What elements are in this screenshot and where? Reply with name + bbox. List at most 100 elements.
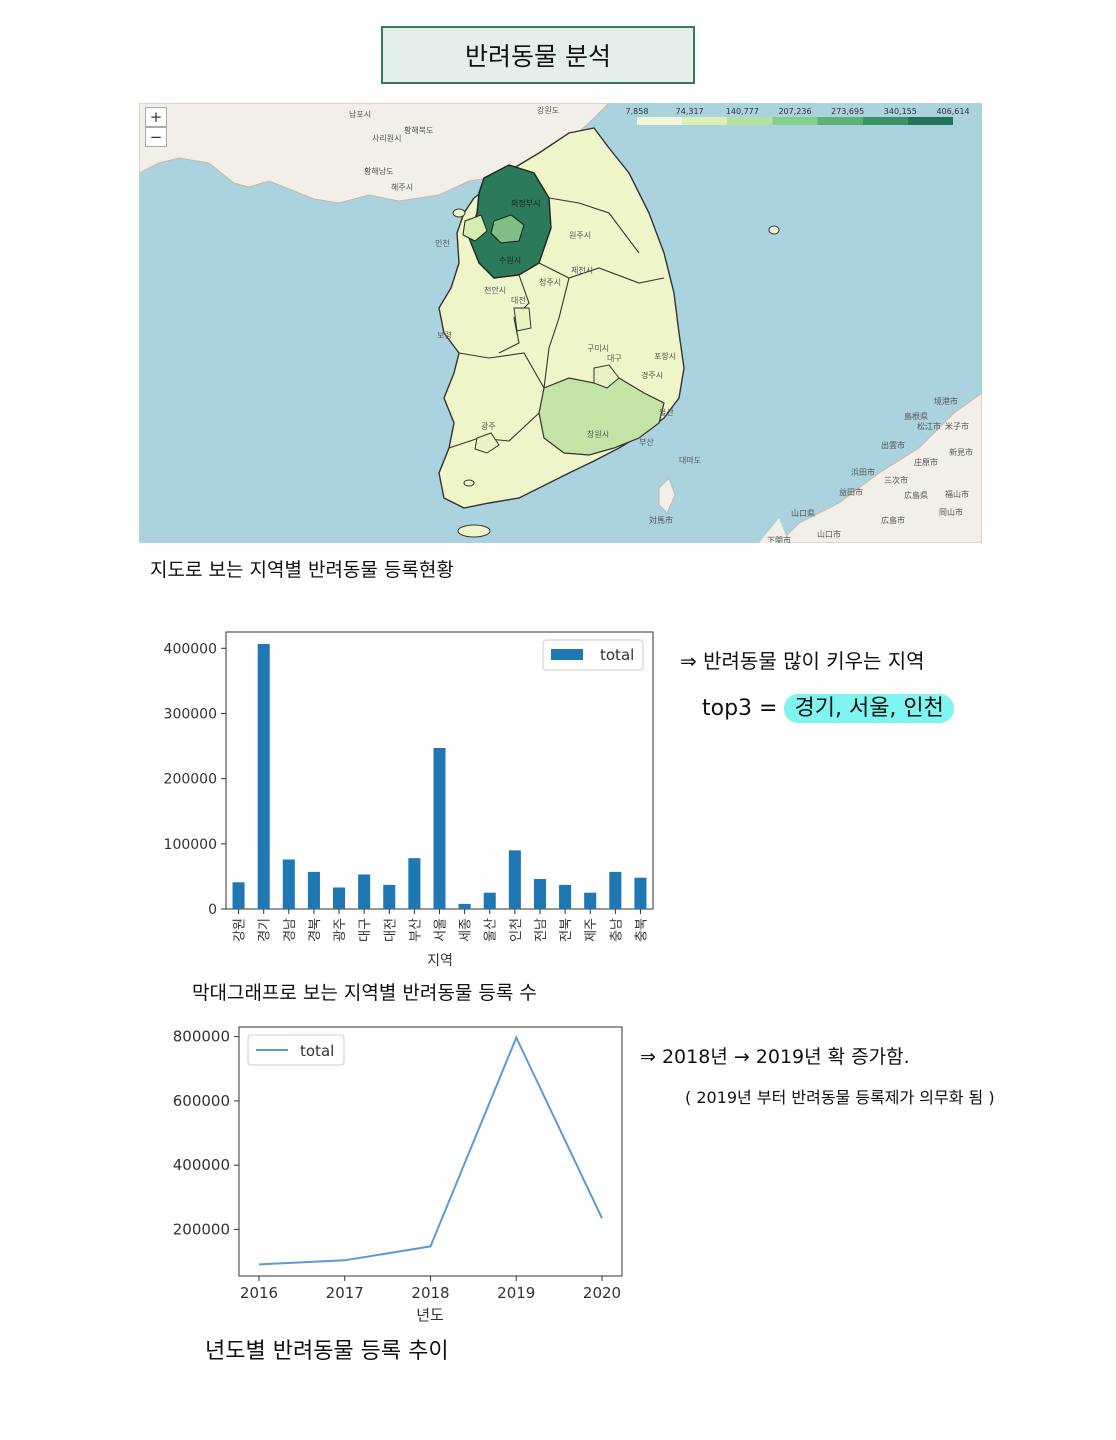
bar-note-line1: ⇒ 반려동물 많이 키우는 지역 [680, 649, 925, 673]
legend-label: total [300, 1042, 334, 1060]
ulleung-island [768, 225, 780, 235]
x-tick-label: 2016 [240, 1284, 278, 1302]
place-label: 出雲市 [881, 440, 905, 450]
x-tick-label: 2019 [497, 1284, 535, 1302]
place-label: 제천시 [571, 265, 593, 275]
y-tick-label: 400000 [164, 641, 217, 657]
place-label: 원주시 [569, 231, 591, 240]
bar-legend: total [542, 639, 644, 671]
place-label: 해주시 [391, 182, 413, 192]
legend-tick-label: 74,317 [676, 107, 704, 116]
place-label: 山口市 [817, 529, 841, 539]
place-label: 수원시 [499, 256, 521, 265]
place-label: 포항시 [654, 352, 676, 361]
y-tick-label: 200000 [164, 772, 217, 788]
y-tick-label: 200000 [173, 1220, 230, 1238]
bar-x-axis-label: 지역 [427, 953, 453, 969]
place-label: 島根県 [904, 411, 928, 421]
place-label: 청주시 [539, 278, 561, 287]
legend-tick-label: 340,155 [884, 107, 917, 116]
choropleth-map[interactable]: 강원도 의정부시 수원시 인천 황해북도 남포시 사리원시 해주시 황해남도 부… [139, 103, 982, 543]
place-label: 황해북도 [404, 125, 433, 135]
x-tick-label: 광주 [333, 918, 348, 942]
island [452, 208, 466, 218]
bar [307, 871, 320, 909]
bar-chart: 0 100000 200000 300000 400000 강원 경기 경남 경북 광주 대구 대전… [164, 631, 654, 969]
place-label: 창원시 [587, 430, 609, 439]
line-note-line1: ⇒ 2018년 → 2019년 확 증가함. [640, 1046, 910, 1068]
place-label: 対馬市 [649, 515, 673, 525]
bar [483, 892, 496, 909]
place-label: 사리원시 [372, 134, 401, 143]
bar [358, 874, 371, 909]
line-caption: 년도별 반려동물 등록 추이 [205, 1339, 449, 1364]
place-label: 松江市 [917, 421, 941, 431]
jeju-island [457, 524, 491, 538]
bar [257, 643, 270, 909]
bar [559, 884, 572, 909]
zoom-in-button[interactable]: + [145, 107, 167, 127]
place-label: 대전 [511, 295, 526, 305]
place-label: 부산 [639, 437, 654, 447]
zoom-out-button[interactable]: − [145, 127, 167, 147]
legend-color-step [817, 117, 863, 125]
bar [634, 877, 647, 909]
place-label: 益田市 [839, 487, 863, 497]
map-caption: 지도로 보는 지역별 반려동물 등록현황 [150, 559, 454, 581]
x-tick-label: 전남 [534, 918, 549, 942]
place-label: 広島県 [904, 490, 928, 500]
legend-label: total [600, 646, 634, 664]
line-x-axis-label: 년도 [416, 1306, 444, 1324]
x-tick-label: 대전 [383, 918, 398, 942]
place-label: 광주 [481, 421, 496, 431]
place-label: 황해남도 [364, 166, 393, 176]
place-label: 인천 [435, 238, 450, 248]
bar [458, 903, 471, 909]
line-x-axis: 2016 2017 2018 2019 2020 [240, 1276, 621, 1302]
top3-highlight: 경기, 서울, 인천 [784, 694, 954, 723]
bar [508, 850, 521, 909]
y-tick-label: 400000 [173, 1156, 230, 1174]
x-tick-label: 경남 [283, 918, 298, 942]
top3-label: top3 = [702, 696, 778, 721]
place-label: 庄原市 [914, 457, 938, 467]
bar [533, 879, 546, 909]
legend-color-step [727, 117, 773, 125]
x-tick-label: 2020 [583, 1284, 621, 1302]
x-tick-label: 강원 [233, 918, 248, 942]
x-tick-label: 전북 [559, 918, 574, 942]
y-tick-label: 600000 [173, 1092, 230, 1110]
bar-caption: 막대그래프로 보는 지역별 반려동물 등록 수 [192, 982, 537, 1004]
line-note-line2: ( 2019년 부터 반려동물 등록제가 의무화 됨 ) [685, 1088, 995, 1107]
legend-color-step [682, 117, 728, 125]
place-label: 강원도 [537, 105, 559, 115]
bar-x-axis: 강원 경기 경남 경북 광주 대구 대전 부산 서울 세종 울산 인천 전남 전북 제주 충남 충북 [233, 909, 649, 942]
place-label: 広島市 [881, 515, 905, 525]
x-tick-label: 인천 [509, 918, 524, 942]
legend-color-step [862, 117, 908, 125]
bar-note-top3: top3 = 경기, 서울, 인천 [702, 690, 954, 723]
line-y-axis: 200000 400000 600000 800000 [173, 1028, 239, 1238]
bar [383, 884, 396, 909]
place-label: 浜田市 [851, 467, 875, 477]
bar [584, 892, 597, 909]
x-tick-label: 경기 [258, 918, 273, 942]
y-tick-label: 800000 [173, 1028, 230, 1046]
bar [433, 748, 446, 909]
place-label: 福山市 [945, 489, 969, 499]
place-label: 境港市 [934, 396, 958, 406]
place-label: 岡山市 [939, 507, 963, 517]
x-tick-label: 경북 [308, 918, 323, 942]
y-tick-label: 100000 [164, 837, 217, 853]
legend-swatch [551, 649, 583, 660]
map-canvas[interactable]: 강원도 의정부시 수원시 인천 황해북도 남포시 사리원시 해주시 황해남도 부… [139, 103, 982, 543]
place-label: 보령 [437, 331, 452, 340]
page-title: 반려동물 분석 [381, 26, 695, 84]
y-tick-label: 300000 [164, 706, 217, 722]
place-label: 대구 [607, 354, 622, 363]
x-tick-label: 울산 [484, 918, 499, 942]
x-tick-label: 부산 [408, 918, 423, 942]
legend-color-step [772, 117, 818, 125]
place-label: 山口県 [791, 508, 815, 518]
x-tick-label: 대구 [358, 918, 373, 942]
